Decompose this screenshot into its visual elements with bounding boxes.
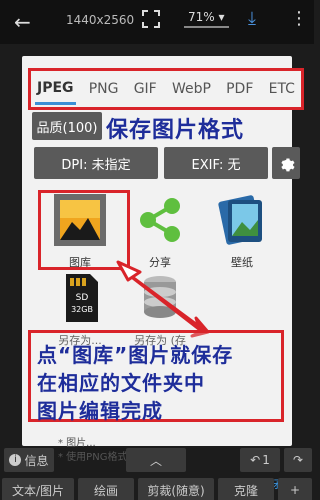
top-bar: ← 1440x2560 71% ▾ ⤓ ⋮ xyxy=(0,0,314,44)
share-icon xyxy=(140,198,180,242)
exif-button[interactable]: EXIF: 无 xyxy=(164,147,268,179)
tab-png[interactable]: PNG xyxy=(87,75,121,103)
more-vert-icon[interactable]: ⋮ xyxy=(290,8,308,29)
svg-text:SD: SD xyxy=(76,293,89,303)
annotation-instructions: 点“图库”图片就保存 在相应的文件夹中 图片编辑完成 xyxy=(28,330,284,423)
undo-button[interactable]: ↶ 1 xyxy=(240,448,280,472)
settings-button[interactable] xyxy=(272,147,300,179)
wallpaper-label: 壁纸 xyxy=(231,256,253,269)
svg-text:32GB: 32GB xyxy=(71,305,93,314)
arrow-left-icon[interactable]: ← xyxy=(14,10,31,34)
crop-button[interactable]: 剪裁(随意) xyxy=(138,478,214,500)
redo-icon: ↷ xyxy=(292,453,304,467)
instruction-line-3: 图片编辑完成 xyxy=(37,399,163,423)
zoom-value: 71% xyxy=(188,10,215,24)
plus-icon: + xyxy=(289,483,301,497)
wallpaper-icon xyxy=(218,195,262,245)
info-label: 信息 xyxy=(24,453,49,468)
wallpaper-action[interactable]: 壁纸 xyxy=(204,192,280,274)
quality-button[interactable]: 品质(100) xyxy=(32,112,102,140)
fit-screen-icon[interactable] xyxy=(142,10,160,28)
database-icon xyxy=(144,276,176,318)
sd-card-icon: SD 32GB xyxy=(66,274,98,322)
zoom-select[interactable]: 71% ▾ xyxy=(184,10,229,28)
undo-icon: ↶ xyxy=(250,453,261,467)
chevron-up-icon: ︿ xyxy=(149,453,162,468)
instruction-line-1: 点“图库”图片就保存 xyxy=(37,343,234,367)
gear-icon xyxy=(281,158,295,172)
info-icon: i xyxy=(9,454,22,466)
tab-pdf[interactable]: PDF xyxy=(224,75,255,103)
format-tabs: JPEG PNG GIF WebP PDF ETC xyxy=(28,68,304,110)
draw-button[interactable]: 绘画 xyxy=(78,478,134,500)
clone-button[interactable]: 克隆 xyxy=(218,478,274,500)
tab-jpeg[interactable]: JPEG xyxy=(35,74,76,105)
undo-count: 1 xyxy=(262,453,270,467)
instruction-line-2: 在相应的文件夹中 xyxy=(37,371,205,395)
info-button[interactable]: i 信息 xyxy=(4,448,54,472)
download-icon[interactable]: ⤓ xyxy=(248,8,256,29)
tab-etc[interactable]: ETC xyxy=(267,75,297,103)
share-action[interactable]: 分享 xyxy=(122,192,198,274)
note-line-1: * 图片... xyxy=(58,438,96,449)
redo-button[interactable]: ↷ xyxy=(284,448,312,472)
image-resolution: 1440x2560 xyxy=(66,13,135,27)
text-image-button[interactable]: 文本/图片 xyxy=(2,478,74,500)
tab-gif[interactable]: GIF xyxy=(132,75,159,103)
annotation-save-format: 保存图片格式 xyxy=(106,118,245,143)
annotation-gallery-highlight xyxy=(38,190,130,270)
dpi-button[interactable]: DPI: 未指定 xyxy=(34,147,158,179)
add-button[interactable]: + xyxy=(278,478,312,500)
tab-webp[interactable]: WebP xyxy=(170,75,213,103)
expand-button[interactable]: ︿ xyxy=(126,448,186,472)
share-label: 分享 xyxy=(149,256,171,269)
